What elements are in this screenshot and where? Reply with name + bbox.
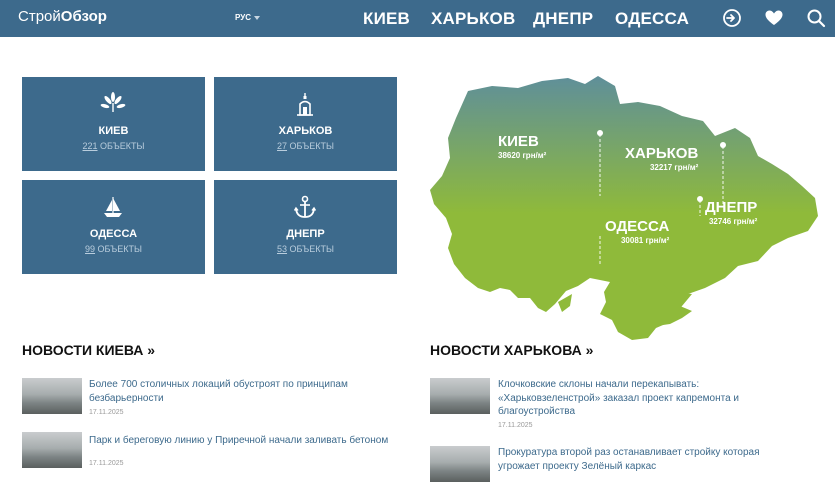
news-title[interactable]: Клочковские склоны начали перекапывать: … [498, 378, 818, 419]
site-header: СтройОбзор РУС КИЕВ ХАРЬКОВ ДНЕПР ОДЕССА [0, 0, 835, 37]
sailboat-icon [104, 197, 122, 217]
heart-icon[interactable] [764, 8, 784, 28]
site-logo[interactable]: СтройОбзор [18, 8, 107, 25]
news-thumbnail[interactable] [430, 446, 490, 482]
nav-odessa[interactable]: ОДЕССА [615, 9, 689, 29]
news-thumbnail[interactable] [22, 432, 82, 468]
card-city-name: ОДЕССА [89, 228, 138, 240]
section-title-kharkov-news[interactable]: НОВОСТИ ХАРЬКОВА » [430, 342, 593, 358]
card-object-count[interactable]: 53 ОБЪЕКТЫ [214, 244, 397, 254]
card-object-count[interactable]: 27 ОБЪЕКТЫ [214, 141, 397, 151]
card-city-name: КИЕВ [98, 125, 129, 137]
city-card-kharkov[interactable]: ХАРЬКОВ 27 ОБЪЕКТЫ [214, 77, 397, 171]
map-label-kharkov[interactable]: ХАРЬКОВ 32217 грн/м² [625, 145, 698, 172]
card-city-name: ХАРЬКОВ [278, 125, 333, 137]
news-item[interactable]: Более 700 столичных локаций обустроят по… [22, 378, 392, 418]
section-title-kiev-news[interactable]: НОВОСТИ КИЕВА » [22, 342, 155, 358]
news-item[interactable]: Клочковские склоны начали перекапывать: … [430, 378, 820, 430]
search-icon[interactable] [806, 8, 826, 28]
news-item[interactable]: Прокуратура второй раз останавливает стр… [430, 446, 820, 482]
city-card-dnepr[interactable]: ДНЕПР 53 ОБЪЕКТЫ [214, 180, 397, 274]
news-title[interactable]: Более 700 столичных локаций обустроят по… [89, 378, 389, 405]
news-thumbnail[interactable] [22, 378, 82, 414]
card-city-name: ДНЕПР [286, 228, 325, 240]
chevron-down-icon [253, 15, 260, 20]
login-icon[interactable] [722, 8, 742, 28]
chestnut-leaf-icon [100, 92, 126, 112]
map-label-odessa[interactable]: ОДЕССА 30081 грн/м² [605, 218, 669, 245]
news-date: 17.11.2025 [498, 422, 533, 429]
map-label-dnepr[interactable]: ДНЕПР 32746 грн/м² [705, 199, 757, 226]
news-date: 17.11.2025 [89, 409, 124, 416]
news-title[interactable]: Парк и береговую линию у Приречной начал… [89, 434, 409, 448]
ukraine-map: КИЕВ 38620 грн/м² ХАРЬКОВ 32217 грн/м² О… [420, 66, 820, 351]
city-card-kiev[interactable]: КИЕВ 221 ОБЪЕКТЫ [22, 77, 205, 171]
monument-icon [297, 93, 313, 116]
language-selector[interactable]: РУС [235, 13, 260, 22]
city-card-odessa[interactable]: ОДЕССА 99 ОБЪЕКТЫ [22, 180, 205, 274]
nav-dnepr[interactable]: ДНЕПР [533, 9, 593, 29]
news-item[interactable]: Парк и береговую линию у Приречной начал… [22, 432, 412, 469]
news-thumbnail[interactable] [430, 378, 490, 414]
card-object-count[interactable]: 221 ОБЪЕКТЫ [22, 141, 205, 151]
card-object-count[interactable]: 99 ОБЪЕКТЫ [22, 244, 205, 254]
nav-kharkov[interactable]: ХАРЬКОВ [431, 9, 515, 29]
map-label-kiev[interactable]: КИЕВ 38620 грн/м² [498, 133, 546, 160]
nav-kiev[interactable]: КИЕВ [363, 9, 410, 29]
ukraine-map-shape [430, 76, 818, 340]
anchor-icon [293, 195, 317, 218]
news-date: 17.11.2025 [89, 460, 124, 467]
